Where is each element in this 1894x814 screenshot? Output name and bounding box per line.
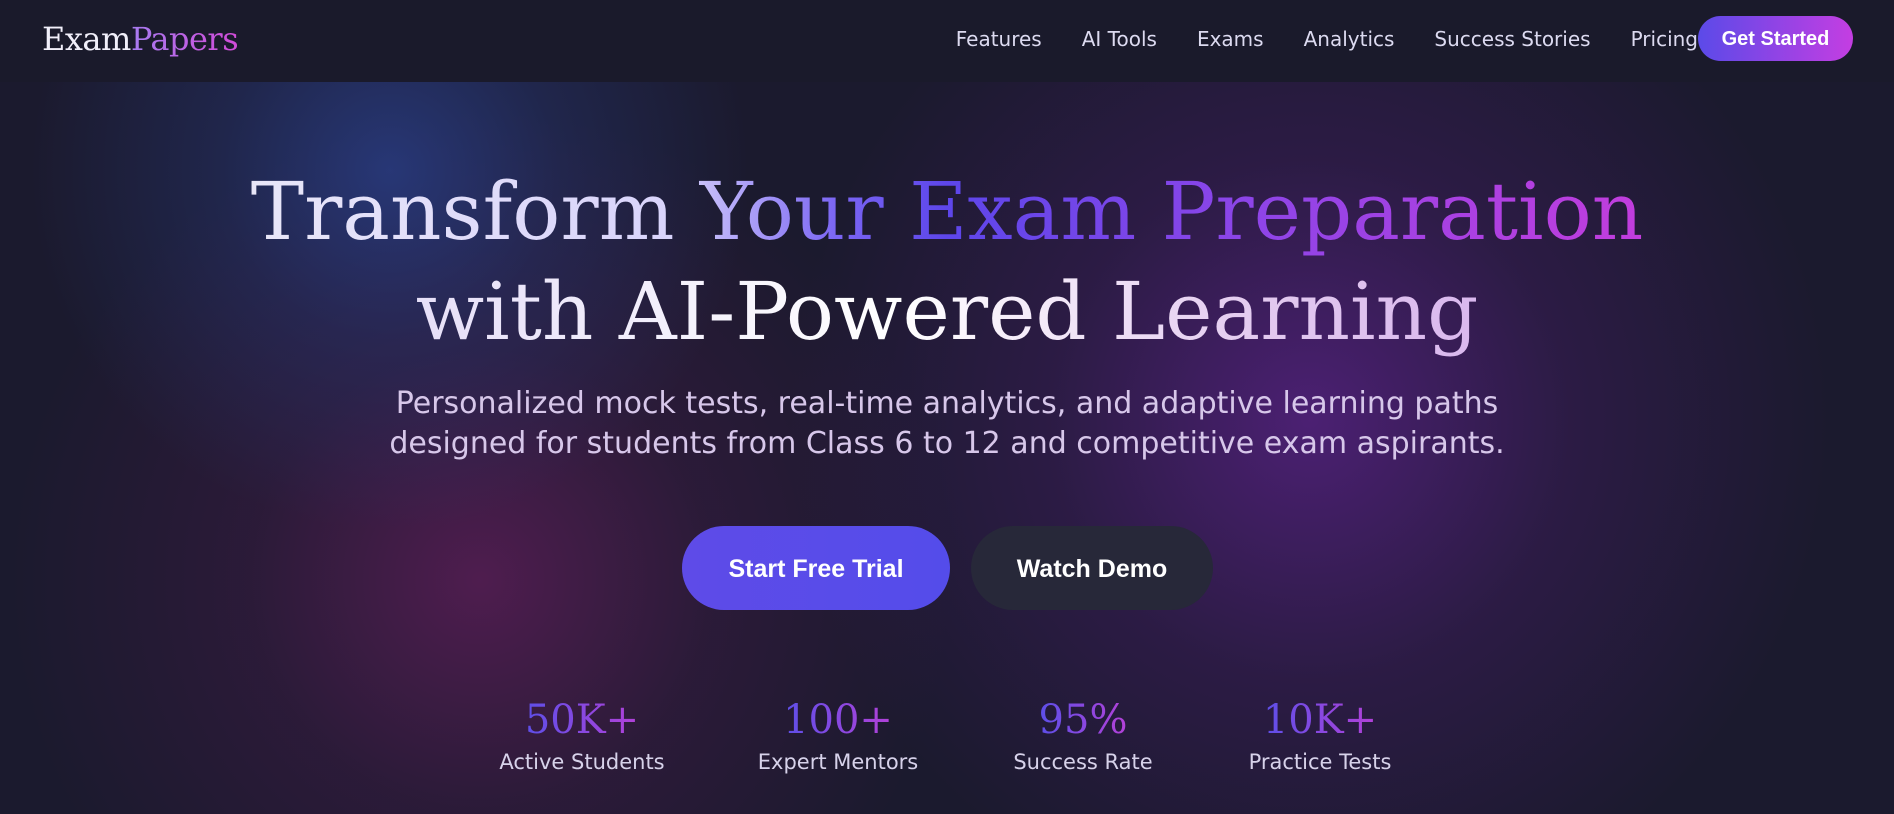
hero-subtitle-line-2: designed for students from Class 6 to 12… [389, 426, 1505, 461]
stat-active-students: 50K+ Active Students [482, 694, 682, 776]
stat-label: Active Students [499, 750, 665, 774]
nav-link-ai-tools[interactable]: AI Tools [1082, 27, 1157, 51]
stat-label: Practice Tests [1248, 750, 1392, 774]
brand-logo[interactable]: ExamPapers [42, 18, 239, 60]
stat-expert-mentors: 100+ Expert Mentors [738, 694, 938, 776]
hero-subtitle: Personalized mock tests, real-time analy… [0, 384, 1894, 464]
stat-label: Expert Mentors [757, 750, 919, 774]
main-nav: Features AI Tools Exams Analytics Succes… [916, 0, 1698, 78]
stat-value: 50K+ [525, 694, 639, 746]
logo-text-papers: Papers [130, 20, 239, 58]
stat-value: 100+ [783, 694, 893, 746]
stat-success-rate: 95% Success Rate [983, 694, 1183, 776]
hero-title: Transform Your Exam Preparation with AI-… [0, 162, 1894, 362]
hero-title-line-2: with AI-Powered Learning [415, 265, 1479, 358]
stat-practice-tests: 10K+ Practice Tests [1220, 694, 1420, 776]
nav-link-success-stories[interactable]: Success Stories [1434, 27, 1590, 51]
hero-subtitle-line-1: Personalized mock tests, real-time analy… [395, 386, 1499, 421]
stat-label: Success Rate [1013, 750, 1153, 774]
nav-link-pricing[interactable]: Pricing [1631, 27, 1698, 51]
top-navbar: ExamPapers Features AI Tools Exams Analy… [0, 0, 1894, 82]
nav-link-exams[interactable]: Exams [1197, 27, 1264, 51]
nav-link-features[interactable]: Features [956, 27, 1042, 51]
watch-demo-button[interactable]: Watch Demo [971, 526, 1213, 610]
stat-value: 10K+ [1263, 694, 1377, 746]
logo-text-exam: Exam [42, 20, 131, 58]
get-started-button[interactable]: Get Started [1698, 16, 1853, 61]
hero-title-line-1: Transform Your Exam Preparation [250, 165, 1644, 258]
start-free-trial-button[interactable]: Start Free Trial [682, 526, 950, 610]
nav-link-analytics[interactable]: Analytics [1304, 27, 1395, 51]
stat-value: 95% [1039, 694, 1128, 746]
